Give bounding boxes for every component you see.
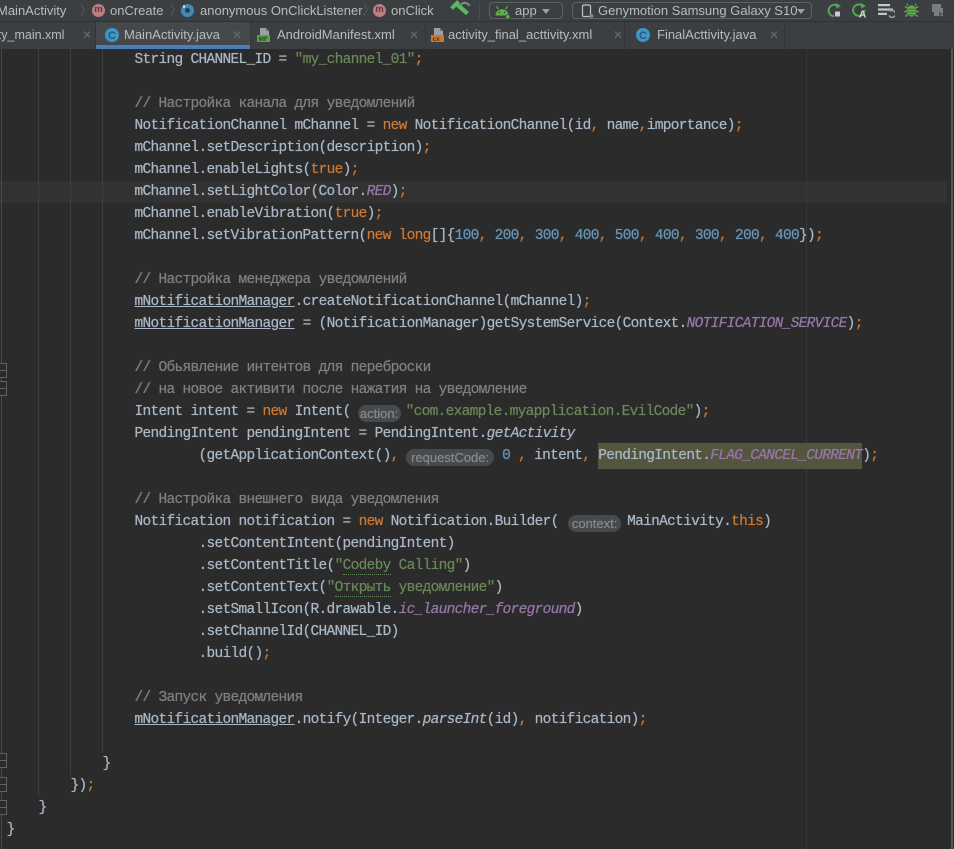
svg-text:cx: cx: [433, 36, 441, 43]
svg-text:MF: MF: [259, 36, 268, 43]
svg-text:C: C: [108, 30, 116, 42]
svg-text:C: C: [639, 30, 647, 42]
svg-text:A: A: [859, 10, 866, 20]
